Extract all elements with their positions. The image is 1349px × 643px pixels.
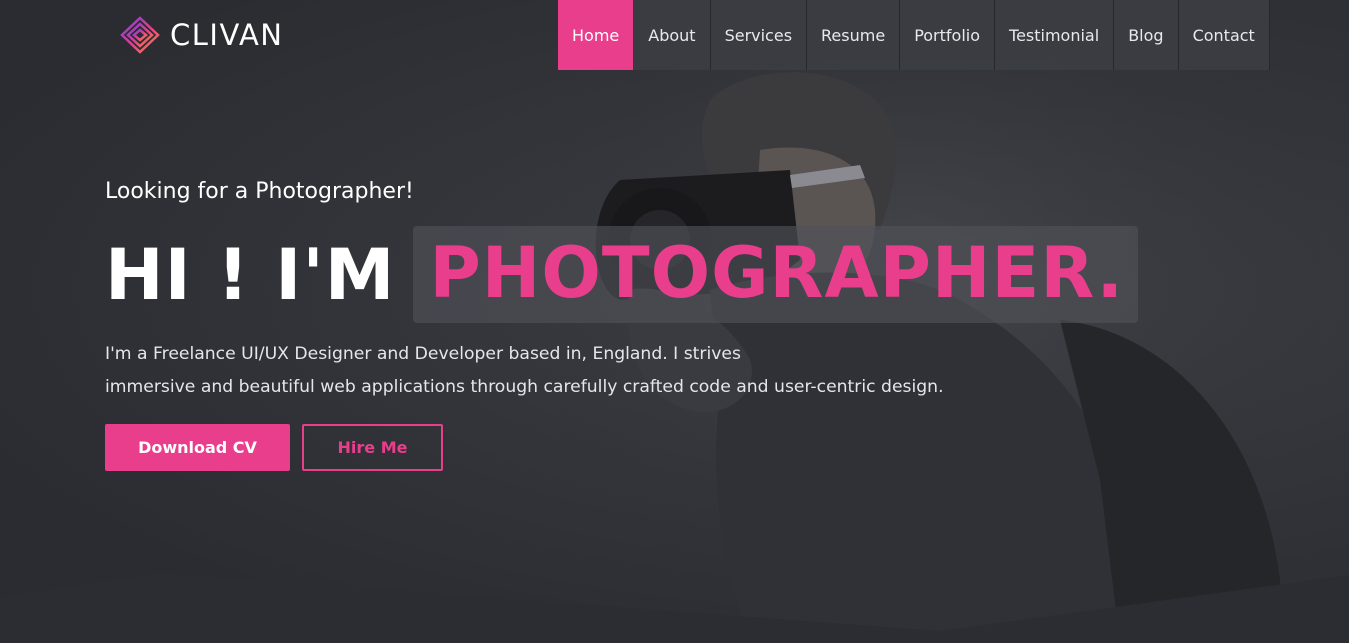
main-nav: Home About Services Resume Portfolio Tes… [558, 0, 1270, 70]
hire-me-button[interactable]: Hire Me [302, 424, 443, 471]
headline-role: PHOTOGRAPHER. [413, 226, 1139, 323]
brand-name: CLIVAN [170, 18, 284, 52]
nav-item-home[interactable]: Home [558, 0, 635, 70]
nav-item-services[interactable]: Services [710, 0, 808, 70]
nav-item-resume[interactable]: Resume [807, 0, 901, 70]
hero-description-line2: immersive and beautiful web applications… [105, 376, 944, 397]
hero-bottom-divider [0, 573, 1349, 643]
nav-item-testimonial[interactable]: Testimonial [995, 0, 1115, 70]
nav-item-portfolio[interactable]: Portfolio [900, 0, 996, 70]
nav-item-blog[interactable]: Blog [1114, 0, 1179, 70]
hero-description: I'm a Freelance UI/UX Designer and Devel… [105, 338, 965, 403]
headline-intro: HI ! I'M [105, 233, 396, 316]
logo-diamond-icon [120, 16, 160, 54]
nav-item-about[interactable]: About [634, 0, 711, 70]
hero-headline: HI ! I'M PHOTOGRAPHER. [105, 226, 1139, 323]
hero-description-line1: I'm a Freelance UI/UX Designer and Devel… [105, 344, 741, 364]
download-cv-button[interactable]: Download CV [105, 424, 290, 471]
brand-logo[interactable]: CLIVAN [120, 16, 283, 54]
hero-kicker: Looking for a Photographer! [105, 179, 414, 204]
nav-item-contact[interactable]: Contact [1178, 0, 1270, 70]
